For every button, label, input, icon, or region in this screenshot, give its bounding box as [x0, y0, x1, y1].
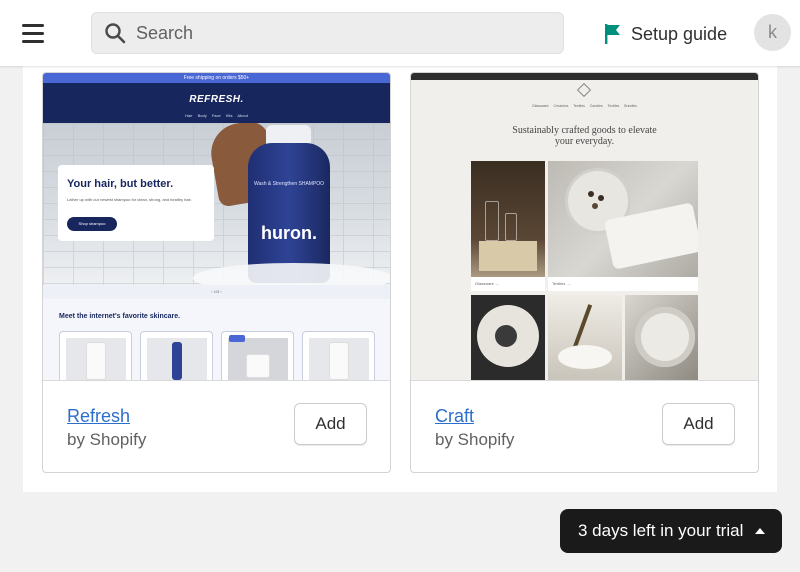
setup-guide-label: Setup guide [631, 23, 728, 44]
preview-tile-utensils [548, 295, 622, 380]
preview-heading-line2: your everyday. [554, 136, 615, 147]
theme-preview-craft[interactable]: Glassware Ceramics Textiles Candles Text… [411, 73, 758, 381]
preview-tile-plates [625, 295, 698, 380]
preview-announcement-bar: Free shipping on orders $50+ [43, 73, 390, 83]
preview-logo: REFRESH. [189, 94, 244, 105]
preview-tile-textiles: Textiles → [548, 161, 698, 291]
preview-hero-button: Shop shampoo [67, 217, 117, 231]
trial-text: 3 days left in your trial [578, 521, 744, 540]
preview-heading: Sustainably crafted goods to elevate you… [411, 125, 758, 147]
preview-product-card [59, 331, 132, 380]
preview-header: REFRESH. Hair Body Face Kits About [43, 83, 390, 123]
bottle-small-text: Wash & Strengthen SHAMPOO [253, 181, 325, 187]
theme-author: by Shopify [435, 430, 515, 449]
menu-icon[interactable] [14, 17, 50, 49]
shampoo-bottle-graphic: Wash & Strengthen SHAMPOO huron. [248, 143, 330, 283]
preview-product-card [302, 331, 375, 380]
preview-announcement-bar [411, 73, 758, 80]
top-bar: Setup guide k [0, 0, 800, 66]
theme-preview-refresh[interactable]: Free shipping on orders $50+ REFRESH. Ha… [43, 73, 390, 381]
trial-banner[interactable]: 3 days left in your trial [560, 509, 782, 553]
search-input[interactable] [136, 22, 536, 44]
preview-hero-image: Wash & Strengthen SHAMPOO huron. Your ha… [43, 123, 390, 285]
search-bar[interactable] [91, 12, 564, 54]
preview-nav: Hair Body Face Kits About [185, 113, 248, 118]
avatar[interactable]: k [754, 14, 791, 51]
add-theme-button[interactable]: Add [662, 403, 735, 445]
theme-card-craft: Glassware Ceramics Textiles Candles Text… [410, 72, 759, 473]
preview-product-card [221, 331, 294, 380]
preview-tile-ceramics [471, 295, 545, 380]
preview-hero-text: Lather up with our newest shampoo for cl… [67, 197, 192, 202]
preview-heading-line1: Sustainably crafted goods to elevate [512, 125, 657, 136]
preview-hero-box: Your hair, but better. Lather up with ou… [58, 165, 214, 241]
preview-nav: Glassware Ceramics Textiles Candles Text… [532, 104, 637, 108]
preview-hero-title: Your hair, but better. [67, 178, 174, 190]
preview-section-title: Meet the internet's favorite skincare. [59, 313, 181, 320]
theme-card-refresh: Free shipping on orders $50+ REFRESH. Ha… [42, 72, 391, 473]
preview-products-section: Meet the internet's favorite skincare. [43, 299, 390, 380]
theme-author: by Shopify [67, 430, 147, 449]
preview-pagination: ‹ 1/3 › [43, 285, 390, 299]
preview-tile-caption: Textiles → [548, 277, 698, 291]
theme-name-link[interactable]: Craft [435, 406, 474, 427]
search-icon [105, 23, 126, 44]
add-theme-button[interactable]: Add [294, 403, 367, 445]
caret-up-icon [755, 528, 766, 534]
setup-guide-button[interactable]: Setup guide [604, 20, 727, 48]
preview-tile-glassware: Glassware → [471, 161, 545, 291]
preview-tile-caption: Glassware → [471, 277, 545, 291]
preview-product-card [140, 331, 213, 380]
flag-icon [605, 24, 620, 44]
bottle-brand: huron. [261, 223, 317, 243]
theme-name-link[interactable]: Refresh [67, 406, 130, 427]
